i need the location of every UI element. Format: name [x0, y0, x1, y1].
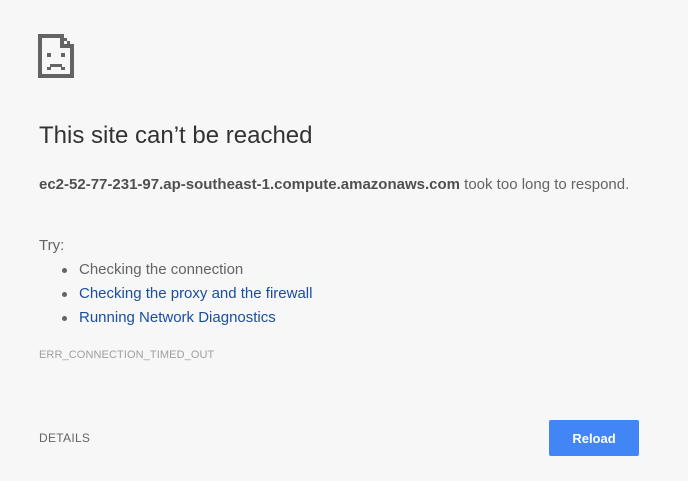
- sad-page-icon: [38, 34, 74, 78]
- suggestions-list: Checking the connection Checking the pro…: [61, 259, 312, 331]
- bullet-icon: [62, 292, 67, 297]
- try-label: Try:: [39, 237, 65, 254]
- error-description-suffix: took too long to respond.: [460, 176, 630, 193]
- details-button[interactable]: DETAILS: [39, 431, 90, 445]
- check-proxy-firewall-link[interactable]: Checking the proxy and the firewall: [79, 285, 312, 302]
- bullet-icon: [62, 316, 67, 321]
- reload-button[interactable]: Reload: [549, 420, 639, 456]
- network-diagnostics-link[interactable]: Running Network Diagnostics: [79, 309, 276, 326]
- suggestion-check-connection: Checking the connection: [61, 259, 312, 283]
- error-code: ERR_CONNECTION_TIMED_OUT: [39, 349, 215, 361]
- page-title: This site can’t be reached: [39, 122, 313, 149]
- bullet-icon: [62, 268, 67, 273]
- error-description: ec2-52-77-231-97.ap-southeast-1.compute.…: [39, 173, 639, 197]
- suggestion-label: Checking the connection: [79, 261, 244, 278]
- host-name: ec2-52-77-231-97.ap-southeast-1.compute.…: [39, 176, 460, 193]
- suggestion-network-diagnostics[interactable]: Running Network Diagnostics: [61, 307, 312, 331]
- suggestion-check-proxy-firewall[interactable]: Checking the proxy and the firewall: [61, 283, 312, 307]
